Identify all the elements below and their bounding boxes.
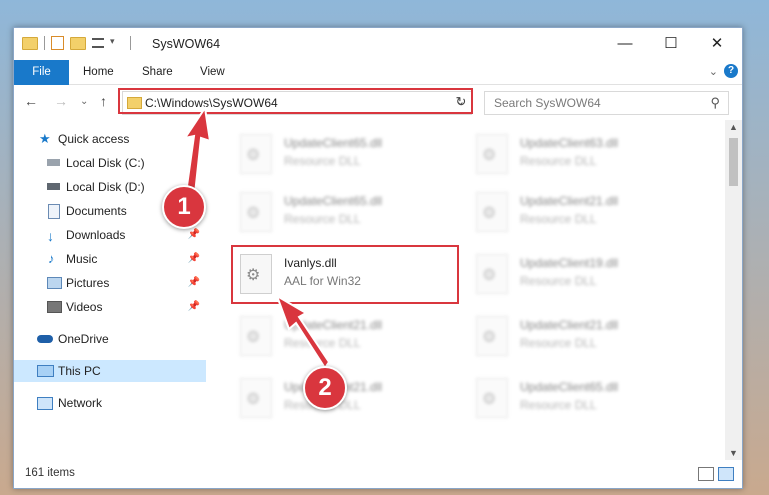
sidebar-item-quick-access[interactable]: ★ Quick access [14, 128, 206, 150]
dll-file-icon: ⚙ [476, 192, 508, 232]
maximize-button[interactable]: ☐ [648, 28, 694, 60]
file-item[interactable]: ⚙ UpdateClient65.dll Resource DLL [470, 370, 690, 422]
properties-icon[interactable] [51, 36, 64, 50]
dll-file-icon: ⚙ [476, 316, 508, 356]
address-highlight-box [118, 88, 473, 114]
music-icon: ♪ [48, 251, 55, 266]
tab-share[interactable]: Share [142, 60, 173, 84]
toolbar-divider [130, 36, 131, 50]
pictures-icon [47, 277, 62, 289]
customize-toolbar-icon[interactable] [92, 38, 104, 48]
sidebar-item-local-disk-c[interactable]: Local Disk (C:) [14, 152, 206, 174]
computer-icon [37, 365, 54, 377]
pin-icon[interactable]: 📌 [188, 296, 200, 318]
file-item[interactable]: ⚙ UpdateClient65.dll Resource DLL [234, 184, 454, 236]
close-button[interactable]: ✕ [694, 28, 740, 60]
scrollbar-thumb[interactable] [729, 138, 738, 186]
back-button[interactable]: ← [24, 93, 38, 109]
dll-file-icon: ⚙ [240, 192, 272, 232]
sidebar-item-music[interactable]: ♪ Music 📌 [14, 248, 206, 270]
ribbon-tabs: File Home Share View ⌄ ? [14, 60, 742, 112]
vertical-scrollbar[interactable]: ▲ ▼ [725, 120, 742, 460]
sidebar-item-pictures[interactable]: Pictures 📌 [14, 272, 206, 294]
file-item[interactable]: ⚙ UpdateClient21.dll Resource DLL [470, 308, 690, 360]
network-icon [37, 397, 53, 410]
dll-file-icon: ⚙ [476, 254, 508, 294]
sidebar-item-this-pc[interactable]: This PC [14, 360, 206, 382]
tab-view[interactable]: View [200, 60, 225, 84]
expand-ribbon-icon[interactable]: ⌄ [709, 65, 718, 78]
toolbar-divider [44, 36, 45, 50]
documents-icon [48, 204, 60, 219]
pin-icon[interactable]: 📌 [188, 248, 200, 270]
chevron-down-icon[interactable]: ▾ [110, 36, 124, 50]
search-icon: ⚲ [710, 95, 720, 110]
file-item[interactable]: ⚙ UpdateClient19.dll Resource DLL [470, 246, 690, 298]
cloud-icon [37, 335, 53, 343]
sidebar-item-onedrive[interactable]: OneDrive [14, 328, 206, 350]
up-button[interactable]: ↑ [100, 93, 107, 109]
file-highlight-box [231, 245, 459, 304]
status-bar: 161 items [14, 460, 742, 488]
file-item[interactable]: ⚙ UpdateClient63.dll Resource DLL [470, 126, 690, 178]
new-folder-icon[interactable] [70, 36, 86, 50]
large-icons-view-icon[interactable] [718, 467, 734, 481]
download-icon: ↓ [47, 228, 54, 244]
minimize-button[interactable]: — [602, 28, 648, 60]
item-count: 161 items [25, 467, 75, 479]
drive-icon [47, 183, 60, 190]
drive-icon [47, 159, 60, 166]
tab-home[interactable]: Home [83, 60, 114, 84]
dll-file-icon: ⚙ [240, 134, 272, 174]
search-box[interactable]: Search SysWOW64 ⚲ [484, 91, 729, 115]
dll-file-icon: ⚙ [476, 134, 508, 174]
scroll-up-icon[interactable]: ▲ [729, 122, 738, 132]
videos-icon [47, 301, 62, 313]
star-icon: ★ [39, 131, 51, 146]
navigation-pane: ★ Quick access Local Disk (C:) Local Dis… [14, 120, 209, 460]
window-title: SysWOW64 [152, 37, 221, 51]
dll-file-icon: ⚙ [476, 378, 508, 418]
sidebar-item-network[interactable]: Network [14, 392, 206, 414]
folder-icon [22, 36, 38, 50]
file-item[interactable]: ⚙ UpdateClient65.dll Resource DLL [234, 126, 454, 178]
forward-button[interactable]: → [54, 93, 68, 109]
search-input[interactable]: Search SysWOW64 [494, 96, 601, 110]
file-item[interactable]: ⚙ UpdateClient21.dll Resource DLL [470, 184, 690, 236]
quick-access-toolbar: ▾ [22, 36, 131, 50]
title-bar: ▾ SysWOW64 — ☐ ✕ [14, 28, 742, 60]
sidebar-item-videos[interactable]: Videos 📌 [14, 296, 206, 318]
pin-icon[interactable]: 📌 [188, 272, 200, 294]
dll-file-icon: ⚙ [240, 316, 272, 356]
scroll-down-icon[interactable]: ▼ [729, 448, 738, 458]
dll-file-icon: ⚙ [240, 378, 272, 418]
callout-2: 2 [303, 366, 347, 410]
recent-locations-button[interactable]: ⌄ [80, 96, 88, 107]
details-view-icon[interactable] [698, 467, 714, 481]
file-item[interactable]: ⚙ UpdateClient21.dll Resource DLL [234, 308, 454, 360]
help-icon[interactable]: ? [724, 64, 738, 78]
callout-1: 1 [162, 185, 206, 229]
